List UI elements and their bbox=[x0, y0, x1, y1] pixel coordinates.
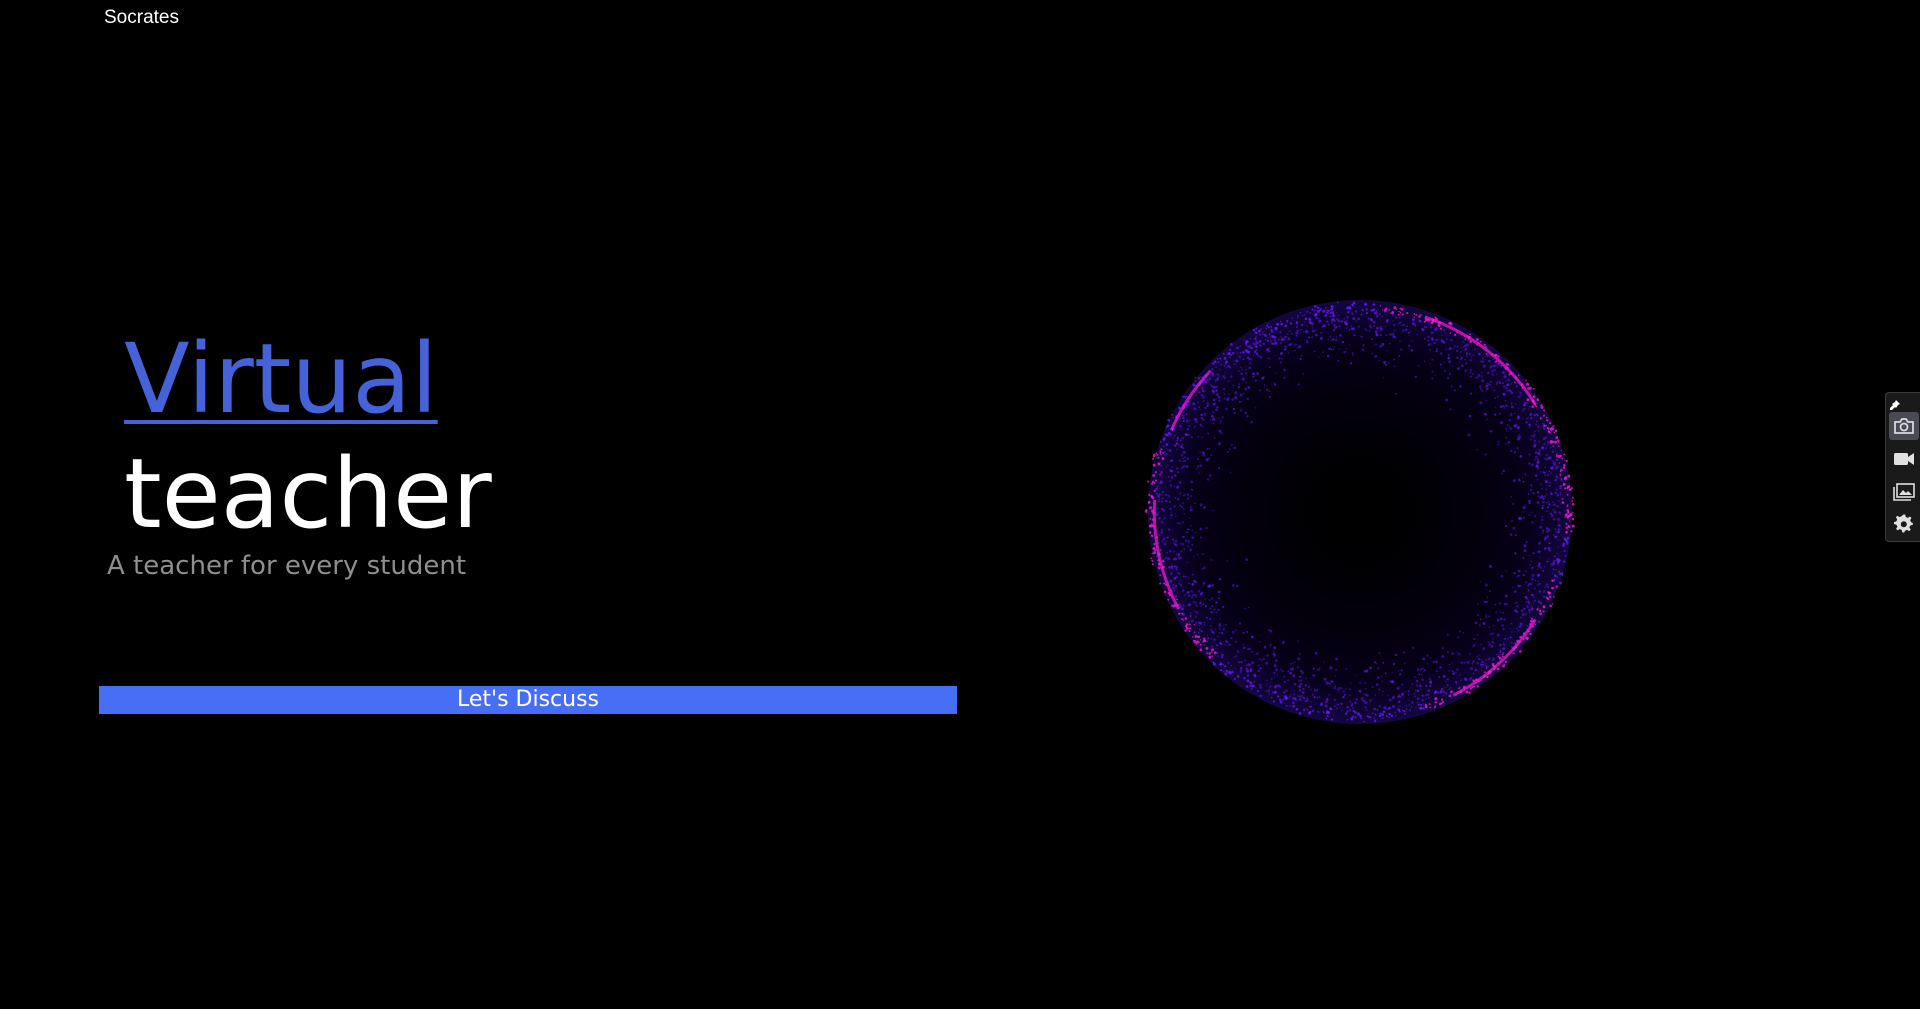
pin-icon[interactable] bbox=[1889, 396, 1901, 410]
camera-button[interactable] bbox=[1889, 412, 1919, 440]
lets-discuss-button[interactable]: Let's Discuss bbox=[99, 686, 957, 714]
hero-title: Virtual teacher bbox=[124, 322, 492, 552]
side-toolbar bbox=[1885, 392, 1920, 542]
particle-sphere-graphic bbox=[1144, 300, 1575, 724]
gallery-icon bbox=[1893, 483, 1915, 501]
hero-subtitle: A teacher for every student bbox=[107, 551, 467, 581]
video-icon bbox=[1893, 451, 1915, 467]
hero-title-rest: teacher bbox=[124, 438, 492, 550]
video-button[interactable] bbox=[1889, 445, 1919, 473]
gear-icon bbox=[1894, 514, 1914, 534]
page: Socrates Virtual teacher A teacher for e… bbox=[0, 0, 1920, 1009]
brand-name[interactable]: Socrates bbox=[104, 7, 179, 29]
gallery-button[interactable] bbox=[1889, 478, 1919, 506]
camera-icon bbox=[1893, 417, 1915, 435]
settings-button[interactable] bbox=[1889, 510, 1919, 538]
hero-title-accent[interactable]: Virtual bbox=[124, 322, 492, 437]
